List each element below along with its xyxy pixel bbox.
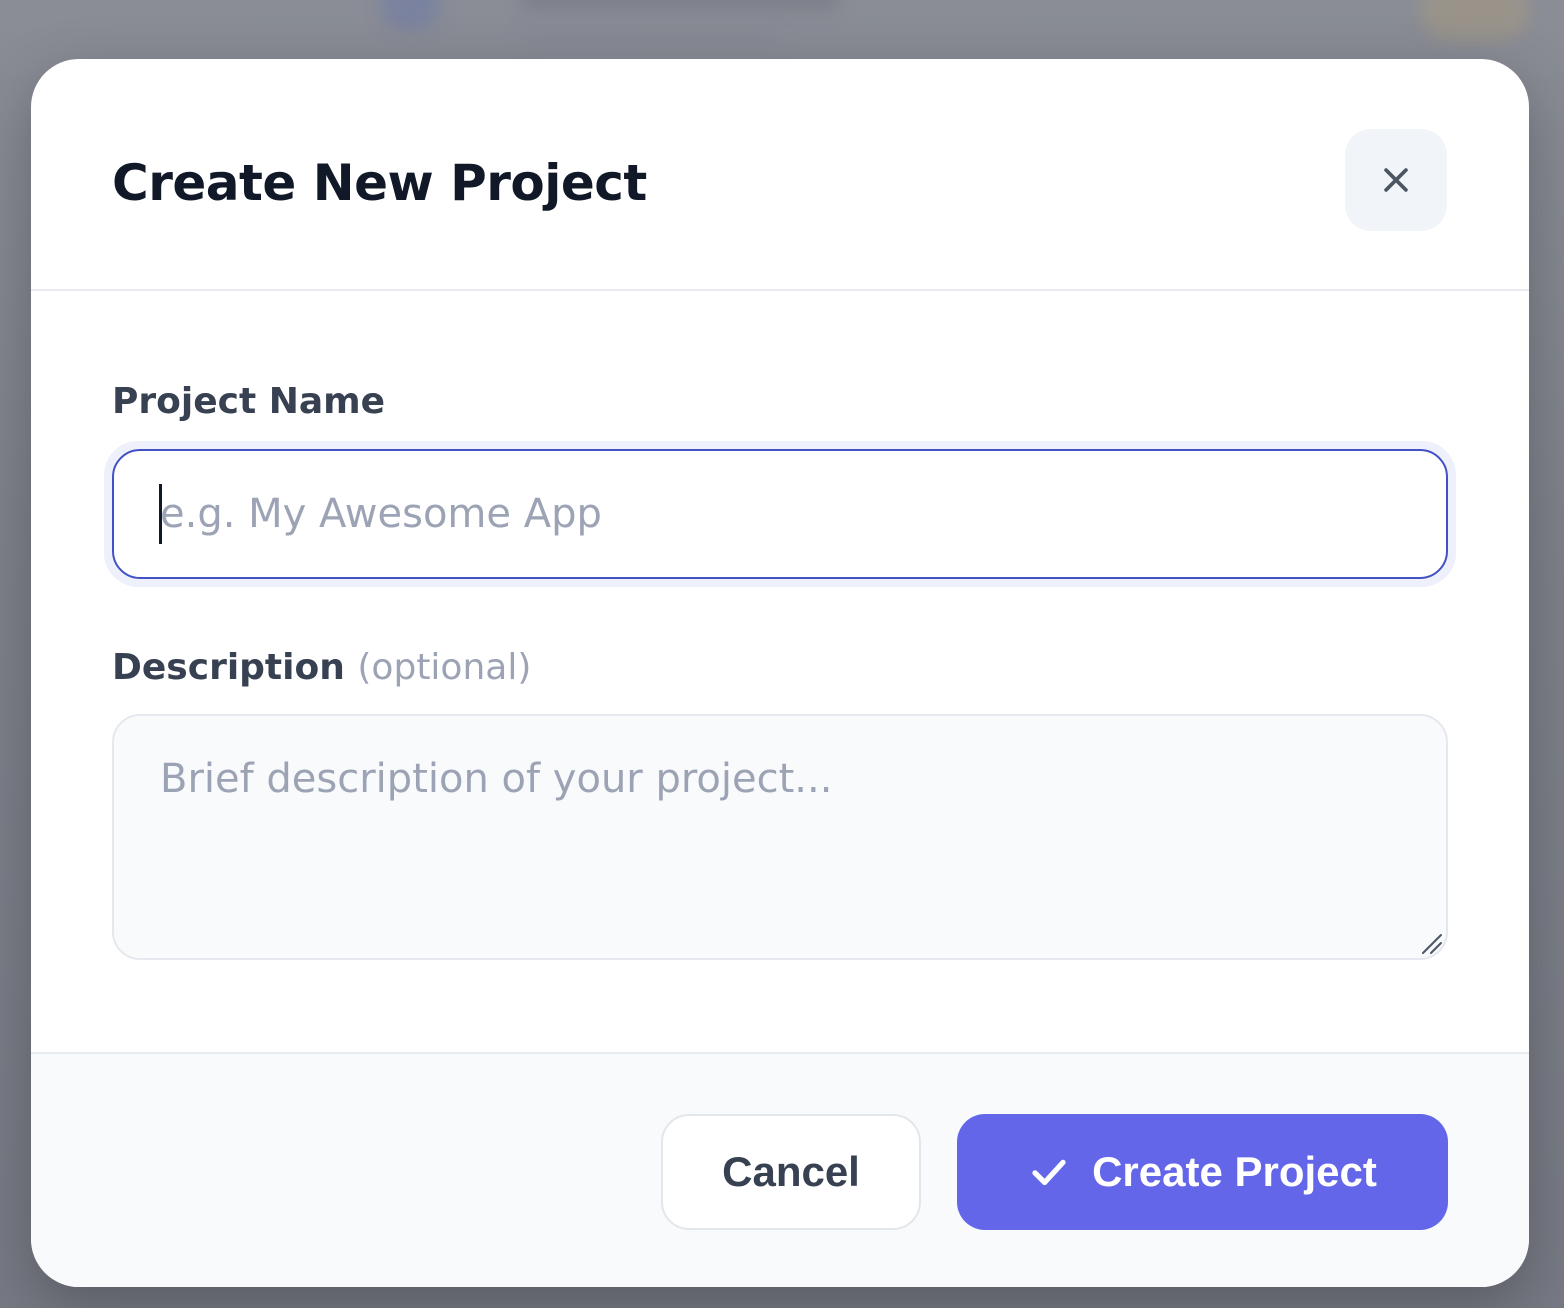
cancel-button[interactable]: Cancel <box>661 1114 921 1230</box>
close-button[interactable] <box>1345 129 1447 231</box>
backdrop-shape <box>380 0 440 30</box>
optional-hint: (optional) <box>357 647 532 688</box>
dialog-header: Create New Project <box>31 59 1529 291</box>
project-name-label: Project Name <box>112 381 386 422</box>
create-project-dialog: Create New Project Project Name Descript… <box>31 59 1529 1287</box>
project-name-input[interactable] <box>112 449 1448 579</box>
dialog-footer: Cancel Create Project <box>31 1052 1529 1287</box>
resize-handle-icon[interactable] <box>1421 933 1443 955</box>
backdrop-shape <box>520 0 840 10</box>
check-icon <box>1032 1159 1066 1186</box>
description-textarea[interactable] <box>112 714 1448 960</box>
backdrop-shape <box>520 30 780 50</box>
close-icon <box>1384 168 1408 192</box>
create-project-label: Create Project <box>1092 1148 1377 1195</box>
description-label: Description (optional) <box>112 647 531 688</box>
create-project-button[interactable]: Create Project <box>957 1114 1448 1230</box>
text-caret <box>159 484 162 544</box>
description-label-text: Description <box>112 647 345 688</box>
dialog-title: Create New Project <box>112 154 647 212</box>
backdrop-shape <box>1420 0 1530 40</box>
